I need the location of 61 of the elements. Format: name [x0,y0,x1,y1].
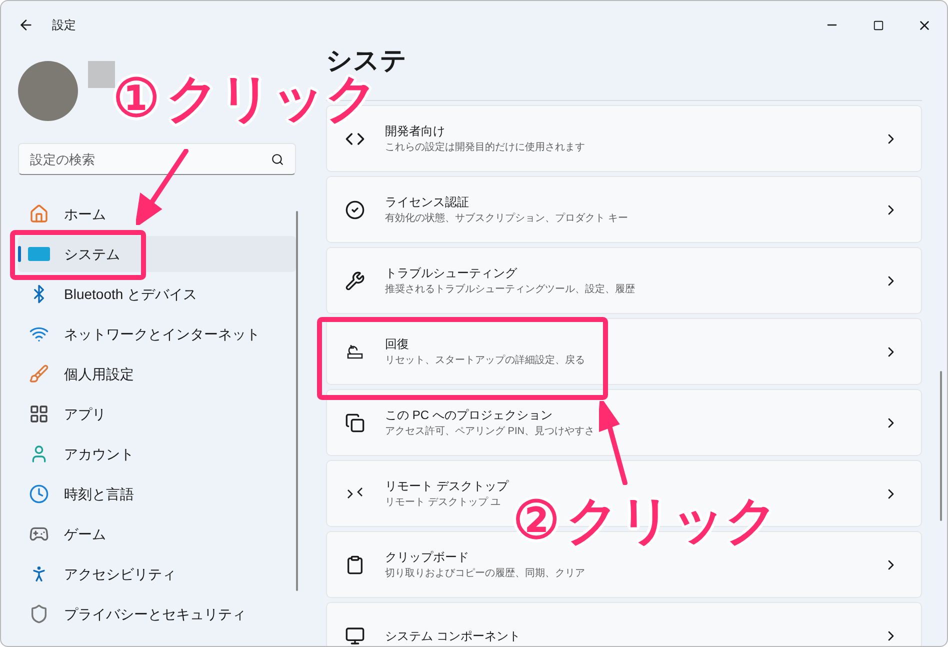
nav-label: システム [64,244,120,264]
nav-item[interactable]: ネットワークとインターネット [18,316,296,352]
name-placeholder [88,61,115,88]
check-circle-icon [345,200,365,220]
setting-description: 切り取りおよびコピーの履歴、同期、クリア [385,566,586,581]
search-icon [271,153,284,166]
shield-icon [29,604,49,624]
setting-title: トラブルシューティング [385,265,518,282]
nav-item[interactable]: アプリ [18,396,296,432]
wrench-icon [345,270,365,290]
clipboard-icon [345,554,365,574]
nav-item[interactable]: アクセシビリティ [18,556,296,592]
nav-label: アプリ [64,404,106,424]
house-icon [29,204,49,224]
setting-description: リセット、スタートアップの詳細設定、戻る [385,354,586,368]
nav-label: アクセシビリティ [64,564,176,584]
setting-title: 回復 [385,336,410,353]
settings-card[interactable]: 回復 リセット、スタートアップの詳細設定、戻る [326,318,922,385]
clock-icon [29,484,49,504]
setting-title: 開発者向け [385,123,446,140]
maximize-icon [872,20,884,30]
search-field[interactable]: 設定の検索 [18,143,296,175]
setting-description: アクセス許可、ペアリング PIN、見つけやすさ [385,424,596,439]
window-title: 設定 [52,17,76,34]
settings-card[interactable]: システム コンポーネント [326,602,922,646]
settings-card[interactable]: トラブルシューティング 推奨されるトラブルシューティングツール、設定、履歴 [326,247,922,314]
nav-label: ホーム [64,204,106,224]
nav-label: 個人用設定 [64,364,134,384]
setting-title: リモート デスクトップ [385,478,510,495]
setting-description: これらの設定は開発目的だけに使用されます [385,140,586,155]
nav-item[interactable]: アカウント [18,436,296,472]
nav-item[interactable]: ホーム [18,196,296,232]
step-number: ① [113,73,160,125]
setting-title: システム コンポーネント [385,628,522,644]
nav-item[interactable]: システム [18,236,296,272]
nav-label: 時刻と言語 [64,484,134,504]
back-icon[interactable] [18,17,34,33]
apps-icon [29,404,49,424]
nav-item[interactable]: 時刻と言語 [18,476,296,512]
monitor-icon [28,247,50,261]
nav-item[interactable]: プライバシーとセキュリティ [18,596,296,632]
setting-description: 推奨されるトラブルシューティングツール、設定、履歴 [385,282,636,297]
setting-title: クリップボード [385,549,470,566]
components-icon [345,626,365,646]
nav-label: Bluetooth とデバイス [64,284,198,304]
brush-icon [29,364,49,384]
nav-label: アカウント [64,444,134,464]
setting-description: 有効化の状態、サブスクリプション、プロダクト キー [385,212,629,226]
nav-label: ゲーム [64,524,106,544]
settings-card[interactable]: ライセンス認証 有効化の状態、サブスクリプション、プロダクト キー [326,176,922,243]
nav-item[interactable]: 個人用設定 [18,356,296,392]
selection-indicator [18,246,21,262]
nav-label: ネットワークとインターネット [64,324,260,344]
nav-item[interactable]: Bluetooth とデバイス [18,276,296,312]
nav-label: プライバシーとセキュリティ [64,604,246,624]
setting-title: ライセンス認証 [385,194,470,211]
nav-item[interactable]: ゲーム [18,516,296,552]
setting-description: リモート デスクトップ ユ [385,496,502,510]
setting-title: この PC へのプロジェクション [385,407,554,424]
screens-icon [345,412,365,432]
settings-card[interactable]: この PC へのプロジェクション アクセス許可、ペアリング PIN、見つけやすさ [326,389,922,456]
